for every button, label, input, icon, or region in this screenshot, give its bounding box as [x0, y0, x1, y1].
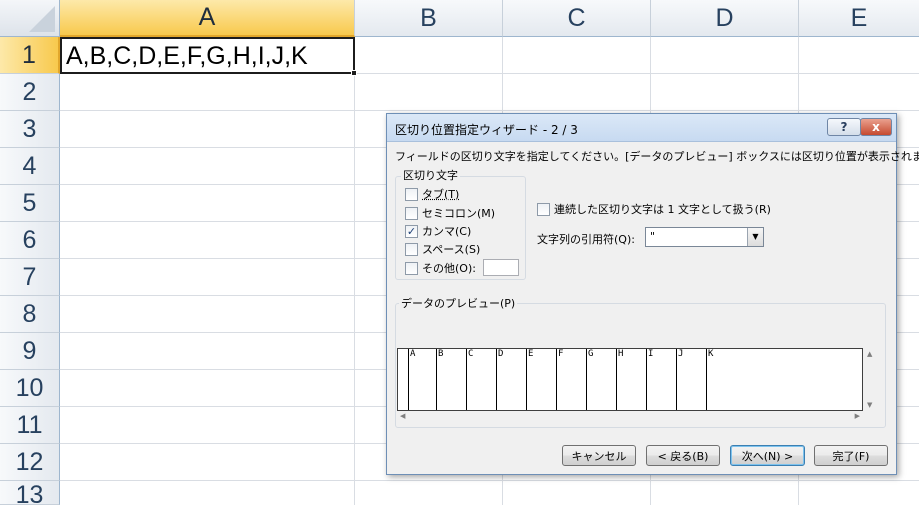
text-qualifier-select[interactable]: " ▼: [645, 227, 764, 247]
row-header-4[interactable]: 4: [0, 148, 60, 185]
preview-column-i[interactable]: I: [646, 349, 653, 410]
space-label: スペース(S): [422, 243, 481, 256]
other-label: その他(O):: [422, 262, 476, 275]
preview-column-e[interactable]: E: [526, 349, 533, 410]
text-qualifier-label: 文字列の引用符(Q):: [537, 233, 635, 246]
other-delimiter-input[interactable]: [483, 259, 519, 276]
preview-label: データのプレビュー(P): [399, 295, 518, 311]
select-all-corner[interactable]: [0, 0, 60, 37]
checkbox-box: [405, 261, 418, 275]
row-header-1[interactable]: 1: [0, 37, 60, 74]
fill-handle[interactable]: [351, 70, 357, 76]
preview-column-a[interactable]: A: [408, 349, 415, 410]
help-button[interactable]: ?: [827, 118, 861, 136]
column-header-c[interactable]: C: [503, 0, 651, 37]
scroll-right-icon[interactable]: ▶: [855, 412, 860, 420]
row-header-5[interactable]: 5: [0, 185, 60, 222]
row-header-8[interactable]: 8: [0, 296, 60, 333]
row-header-7[interactable]: 7: [0, 259, 60, 296]
tab-checkbox[interactable]: タブ(T): [405, 186, 459, 202]
column-header-d[interactable]: D: [651, 0, 799, 37]
row-header-13[interactable]: 13: [0, 481, 60, 505]
preview-column-d[interactable]: D: [496, 349, 503, 410]
semicolon-label: セミコロン(M): [422, 207, 496, 220]
preview-column-c[interactable]: C: [466, 349, 473, 410]
preview-column-g[interactable]: G: [586, 349, 593, 410]
space-checkbox[interactable]: スペース(S): [405, 241, 480, 257]
cancel-button[interactable]: キャンセル: [562, 445, 636, 466]
consecutive-label: 連続した区切り文字は 1 文字として扱う(R): [554, 203, 771, 216]
back-button[interactable]: < 戻る(B): [646, 445, 720, 466]
row-header-12[interactable]: 12: [0, 444, 60, 481]
dialog-title-bar[interactable]: 区切り位置指定ウィザード - 2 / 3 ? x: [387, 114, 896, 142]
finish-button[interactable]: 完了(F): [814, 445, 888, 466]
scroll-left-icon[interactable]: ◀: [400, 412, 405, 420]
preview-column-b[interactable]: B: [436, 349, 443, 410]
cell-a1[interactable]: A,B,C,D,E,F,G,H,I,J,K: [60, 37, 355, 74]
dropdown-arrow-icon[interactable]: ▼: [747, 228, 763, 246]
data-preview[interactable]: A B C D E F G H I J K: [397, 348, 863, 411]
row-header-10[interactable]: 10: [0, 370, 60, 407]
next-button[interactable]: 次へ(N) >: [730, 445, 805, 466]
tab-label: タブ(T): [422, 188, 460, 201]
row-header-11[interactable]: 11: [0, 407, 60, 444]
column-header-e[interactable]: E: [799, 0, 919, 37]
preview-column-k[interactable]: K: [706, 349, 713, 410]
preview-vertical-scrollbar[interactable]: ▲ ▼: [865, 348, 877, 411]
checkbox-box: [405, 206, 418, 220]
scroll-down-icon[interactable]: ▼: [867, 401, 872, 409]
text-qualifier-value: ": [650, 230, 656, 243]
checkbox-box: [537, 202, 550, 216]
text-to-columns-wizard-dialog: 区切り位置指定ウィザード - 2 / 3 ? x フィールドの区切り文字を指定し…: [386, 113, 919, 475]
row-header-6[interactable]: 6: [0, 222, 60, 259]
preview-column-f[interactable]: F: [556, 349, 563, 410]
close-button[interactable]: x: [860, 118, 892, 136]
other-checkbox[interactable]: その他(O):: [405, 260, 476, 276]
semicolon-checkbox[interactable]: セミコロン(M): [405, 205, 495, 221]
checkbox-box: [405, 187, 418, 201]
row-header-9[interactable]: 9: [0, 333, 60, 370]
preview-column-j[interactable]: J: [676, 349, 683, 410]
comma-checkbox[interactable]: ✓ カンマ(C): [405, 223, 471, 239]
column-header-b[interactable]: B: [355, 0, 503, 37]
instruction-text: フィールドの区切り文字を指定してください。[データのプレビュー] ボックスには区…: [395, 150, 919, 163]
check-mark-icon: ✓: [405, 224, 418, 238]
consecutive-delimiters-checkbox[interactable]: 連続した区切り文字は 1 文字として扱う(R): [537, 201, 771, 217]
comma-label: カンマ(C): [422, 225, 472, 238]
scroll-up-icon[interactable]: ▲: [867, 350, 872, 358]
checkbox-box: [405, 242, 418, 256]
row-header-3[interactable]: 3: [0, 111, 60, 148]
preview-column-h[interactable]: H: [616, 349, 623, 410]
dialog-title: 区切り位置指定ウィザード - 2 / 3: [395, 123, 578, 137]
delimiter-group-label: 区切り文字: [401, 167, 460, 183]
column-header-a[interactable]: A: [60, 0, 355, 37]
row-header-2[interactable]: 2: [0, 74, 60, 111]
preview-horizontal-scrollbar[interactable]: ◀ ▶: [397, 412, 863, 424]
